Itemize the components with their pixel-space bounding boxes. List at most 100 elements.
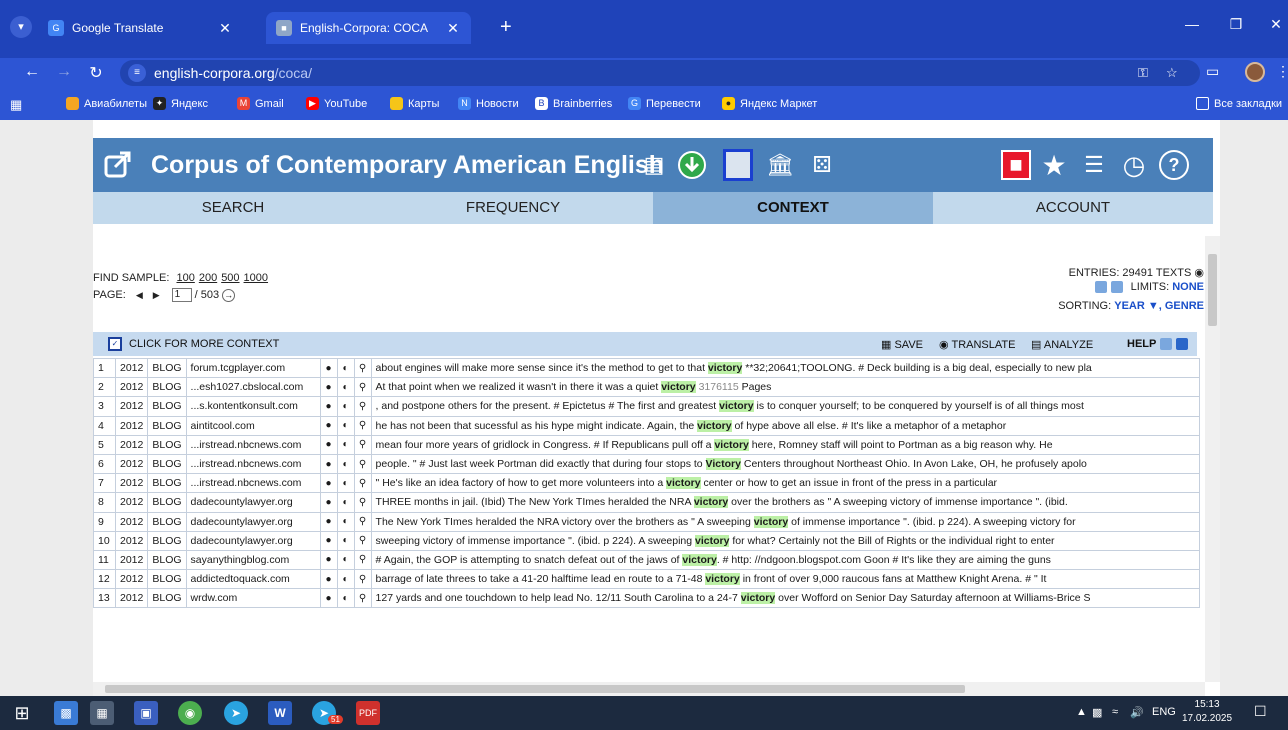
translate-globe-icon[interactable]: ◐: [336, 588, 355, 609]
keyword-highlight[interactable]: victory: [661, 381, 696, 394]
source-cell[interactable]: aintitcool.com: [185, 415, 321, 436]
table-row[interactable]: 8 2012 BLOG dadecountylawyer.org ● ◐ ⚲ THREE mo…: [93, 492, 1200, 513]
bookmark-yandex-market[interactable]: ● Яндекс Маркет: [722, 97, 817, 110]
search-magnifier-icon[interactable]: ⚲: [353, 377, 372, 398]
site-info-icon[interactable]: ≡: [128, 64, 146, 82]
translate-globe-icon[interactable]: ◐: [336, 434, 355, 455]
close-tab-icon[interactable]: ✕: [445, 20, 461, 37]
translate-button[interactable]: ◉ TRANSLATE: [939, 338, 1015, 351]
source-cell[interactable]: ...irstread.nbcnews.com: [185, 434, 321, 455]
expand-circle-icon[interactable]: ●: [319, 511, 338, 532]
limits-edit-icon[interactable]: [1094, 281, 1107, 294]
tab-context[interactable]: CONTEXT: [653, 192, 933, 224]
sample-500-link[interactable]: 500: [221, 272, 239, 284]
keyword-highlight[interactable]: victory: [695, 534, 730, 547]
expand-circle-icon[interactable]: ●: [319, 530, 338, 551]
forward-arrow-icon[interactable]: →: [54, 63, 74, 81]
expand-circle-icon[interactable]: ●: [319, 453, 338, 475]
wifi-icon[interactable]: ≈: [1112, 706, 1118, 718]
horizontal-scroll-thumb[interactable]: [105, 685, 965, 693]
new-tab-button[interactable]: +: [500, 16, 512, 38]
search-magnifier-icon[interactable]: ⚲: [353, 415, 372, 436]
apps-grid-icon[interactable]: ▦: [10, 97, 22, 113]
search-magnifier-icon[interactable]: ⚲: [353, 396, 372, 417]
history-clock-icon[interactable]: ◷: [1119, 150, 1149, 180]
help-icon[interactable]: ?: [1159, 150, 1189, 180]
sample-200-link[interactable]: 200: [199, 272, 217, 284]
vertical-scroll-thumb[interactable]: [1208, 254, 1217, 326]
tab-search[interactable]: SEARCH: [93, 192, 373, 224]
expand-circle-icon[interactable]: ●: [319, 434, 338, 455]
notifications-icon[interactable]: ☐: [1254, 703, 1267, 720]
translate-globe-icon[interactable]: ◐: [336, 357, 355, 379]
close-window-icon[interactable]: ✕: [1262, 16, 1288, 33]
table-row[interactable]: 3 2012 BLOG ...s.kontentkonsult.com ● ◐ ⚲, and…: [93, 396, 1200, 417]
save-button[interactable]: ▦ SAVE: [881, 338, 923, 351]
tab-search-chevron-icon[interactable]: ▾: [10, 16, 32, 38]
table-row[interactable]: 10 2012 BLOG dadecountylawyer.org ● ◐ ⚲ sweepin…: [93, 530, 1200, 551]
vertical-scrollbar[interactable]: [1205, 236, 1220, 682]
sample-1000-link[interactable]: 1000: [244, 272, 268, 284]
profile-avatar[interactable]: [1245, 62, 1265, 82]
download-icon[interactable]: [677, 150, 707, 180]
search-magnifier-icon[interactable]: ⚲: [353, 569, 372, 590]
analyze-button[interactable]: ▤ ANALYZE: [1031, 338, 1093, 351]
translate-globe-icon[interactable]: ◐: [336, 415, 355, 436]
save-disk-icon[interactable]: ▣: [134, 701, 158, 725]
page-number-input[interactable]: 1: [171, 288, 192, 302]
source-cell[interactable]: ...irstread.nbcnews.com: [185, 473, 321, 494]
dice-icon[interactable]: ⚄: [807, 150, 837, 180]
table-row[interactable]: 2 2012 BLOG ...esh1027.cbslocal.com ● ◐ ⚲ At th…: [93, 377, 1200, 398]
keyword-highlight[interactable]: victory: [697, 419, 732, 432]
source-cell[interactable]: sayanythingblog.com: [185, 549, 321, 571]
bookmark-youtube[interactable]: ▶ YouTube: [306, 97, 367, 110]
horizontal-scrollbar[interactable]: [93, 682, 1205, 696]
go-page-icon[interactable]: →: [222, 288, 236, 302]
table-row[interactable]: 5 2012 BLOG ...irstread.nbcnews.com ● ◐ ⚲ mean …: [93, 434, 1200, 455]
keyword-highlight[interactable]: victory: [753, 515, 789, 528]
help-button[interactable]: HELP: [1127, 338, 1189, 351]
source-cell[interactable]: addictedtoquack.com: [185, 569, 321, 590]
keyword-highlight[interactable]: victory: [705, 573, 740, 586]
expand-circle-icon[interactable]: ●: [319, 377, 338, 398]
table-row[interactable]: 6 2012 BLOG ...irstread.nbcnews.com ● ◐ ⚲ peopl…: [93, 453, 1200, 475]
tab-frequency[interactable]: FREQUENCY: [373, 192, 653, 224]
expand-circle-icon[interactable]: ●: [319, 588, 338, 609]
star-icon[interactable]: ★: [1039, 150, 1069, 181]
source-cell[interactable]: dadecountylawyer.org: [185, 530, 321, 551]
translate-globe-icon[interactable]: ◐: [336, 492, 355, 513]
source-cell[interactable]: ...s.kontentkonsult.com: [185, 396, 321, 417]
external-link-icon[interactable]: [103, 149, 133, 179]
limits-video-icon[interactable]: [1110, 281, 1123, 294]
translate-globe-icon[interactable]: ◐: [336, 530, 355, 551]
sample-100-link[interactable]: 100: [176, 272, 194, 284]
tray-monitor-icon[interactable]: ▩: [1092, 706, 1102, 719]
source-cell[interactable]: wrdw.com: [185, 588, 321, 609]
telegram-icon[interactable]: ➤: [224, 701, 248, 725]
table-row[interactable]: 11 2012 BLOG sayanythingblog.com ● ◐ ⚲ # Again,…: [93, 549, 1200, 571]
keyword-highlight[interactable]: victory: [740, 592, 776, 605]
texture-icon[interactable]: [723, 149, 753, 181]
url-field[interactable]: ≡ english-corpora.org/coca/ ⚿ ☆: [120, 60, 1200, 86]
expand-circle-icon[interactable]: ●: [319, 357, 338, 379]
bookmark-translate[interactable]: G Перевести: [628, 97, 701, 110]
profile-card-icon[interactable]: ■: [1001, 150, 1031, 180]
tab-google-translate[interactable]: G Google Translate ✕: [38, 12, 243, 44]
table-row[interactable]: 7 2012 BLOG ...irstread.nbcnews.com ● ◐ ⚲ " He'…: [93, 473, 1200, 494]
source-cell[interactable]: dadecountylawyer.org: [185, 511, 321, 532]
search-magnifier-icon[interactable]: ⚲: [353, 492, 372, 513]
all-bookmarks-folder[interactable]: Все закладки: [1196, 97, 1282, 110]
table-row[interactable]: 9 2012 BLOG dadecountylawyer.org ● ◐ ⚲ The New …: [93, 511, 1200, 532]
list-icon[interactable]: ☰: [1079, 150, 1109, 180]
bookmark-maps[interactable]: Карты: [390, 97, 439, 110]
document-icon[interactable]: ▤: [639, 150, 669, 180]
chrome-icon[interactable]: ◉: [178, 701, 202, 725]
bookmark-yandex[interactable]: ✦ Яндекс: [153, 97, 208, 110]
more-context-label[interactable]: CLICK FOR MORE CONTEXT: [129, 338, 279, 350]
translate-globe-icon[interactable]: ◐: [336, 473, 355, 494]
translate-globe-icon[interactable]: ◐: [336, 549, 355, 571]
search-magnifier-icon[interactable]: ⚲: [353, 473, 372, 494]
expand-circle-icon[interactable]: ●: [319, 473, 338, 494]
volume-icon[interactable]: 🔊: [1130, 706, 1144, 719]
table-row[interactable]: 12 2012 BLOG addictedtoquack.com ● ◐ ⚲ barrage …: [93, 569, 1200, 590]
